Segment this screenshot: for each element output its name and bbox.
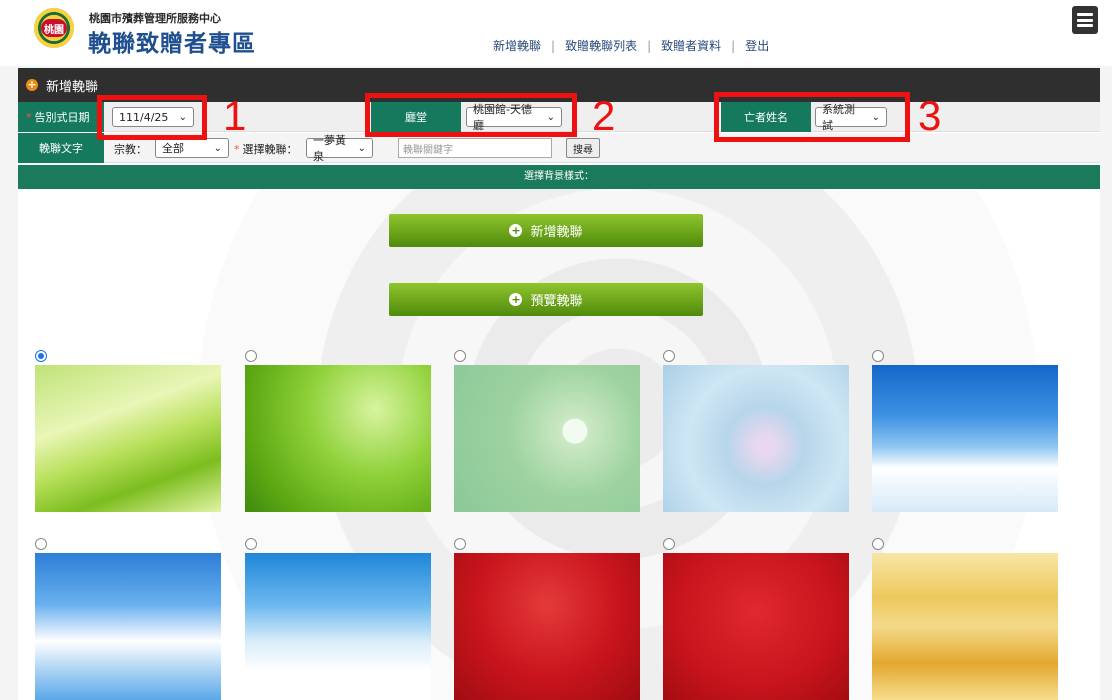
nav-logout[interactable]: 登出	[745, 37, 769, 54]
background-thumb-lotus-green[interactable]	[454, 365, 640, 512]
background-thumb-green-light[interactable]	[35, 365, 221, 512]
top-nav: 新增輓聯 | 致贈輓聯列表 | 致贈者資料 | 登出	[493, 37, 769, 54]
background-radio-2[interactable]	[245, 350, 257, 362]
nav-separator: |	[551, 38, 556, 53]
keyword-search-input[interactable]: 輓聯關鍵字	[398, 138, 552, 158]
background-thumb-lotus-blue[interactable]	[663, 365, 849, 512]
city-seal-logo[interactable]: 桃園	[34, 8, 74, 48]
annotation-number-3: 3	[918, 92, 942, 139]
nav-separator: |	[731, 38, 736, 53]
panel-title: 新增輓聯	[46, 79, 99, 95]
date-label: * 告別式日期	[18, 102, 104, 132]
add-elegy-panel: + 新增輓聯 * 告別式日期 111/4/25 ⌄ 廳堂 桃園館-天德廳 ⌄ 亡…	[18, 68, 1100, 700]
add-elegy-button-label: 新增輓聯	[530, 225, 583, 240]
nav-add-elegy[interactable]: 新增輓聯	[493, 37, 541, 54]
elegy-text-label-text: 輓聯文字	[39, 142, 83, 155]
background-thumb-red-pattern[interactable]	[454, 553, 640, 700]
site-header: 桃園 桃園市殯葬管理所服務中心 輓聯致贈者專區 新增輓聯 | 致贈輓聯列表 | …	[0, 0, 1112, 66]
plus-circle-icon: +	[509, 224, 523, 237]
elegy-select[interactable]: 一夢黃泉 ⌄	[306, 134, 373, 163]
add-elegy-button[interactable]: + 新增輓聯	[389, 214, 703, 247]
elegy-value: 一夢黃泉	[313, 134, 346, 163]
background-thumb-gold-mist[interactable]	[872, 553, 1058, 700]
preview-elegy-button[interactable]: + 預覽輓聯	[389, 283, 703, 316]
background-radio-5[interactable]	[872, 350, 884, 362]
hamburger-menu-icon[interactable]	[1072, 6, 1098, 34]
seal-text: 桃園	[41, 19, 67, 37]
annotation-number-2: 2	[592, 92, 616, 139]
background-thumb-red-damask[interactable]	[663, 553, 849, 700]
plus-circle-icon: +	[26, 78, 38, 91]
chevron-down-icon: ⌄	[357, 142, 366, 154]
background-radio-3[interactable]	[454, 350, 466, 362]
background-gallery: + 新增輓聯 + 預覽輓聯	[18, 189, 1100, 700]
elegy-text-label: 輓聯文字	[18, 133, 104, 163]
background-thumb-sky-plum[interactable]	[245, 553, 431, 700]
religion-select[interactable]: 全部 ⌄	[155, 138, 229, 158]
nav-elegy-list[interactable]: 致贈輓聯列表	[565, 37, 637, 54]
religion-value: 全部	[162, 142, 184, 155]
chevron-down-icon: ⌄	[213, 142, 222, 154]
background-radio-10[interactable]	[872, 538, 884, 550]
background-thumb-sky-birds[interactable]	[872, 365, 1058, 512]
background-style-title: 選擇背景樣式：	[18, 165, 1100, 189]
annotation-box-3	[714, 92, 910, 142]
background-radio-4[interactable]	[663, 350, 675, 362]
religion-label: 宗教：	[114, 143, 147, 156]
required-mark: *	[26, 110, 32, 124]
site-title[interactable]: 輓聯致贈者專區	[88, 24, 256, 58]
background-thumb-sky-clouds[interactable]	[35, 553, 221, 700]
plus-circle-icon: +	[509, 293, 523, 306]
background-radio-8[interactable]	[454, 538, 466, 550]
preview-elegy-button-label: 預覽輓聯	[530, 294, 583, 309]
annotation-number-1: 1	[223, 92, 247, 139]
search-button[interactable]: 搜尋	[566, 138, 600, 158]
background-thumb-green-bokeh[interactable]	[245, 365, 431, 512]
nav-separator: |	[647, 38, 652, 53]
background-radio-1[interactable]	[35, 350, 47, 362]
background-radio-9[interactable]	[663, 538, 675, 550]
annotation-box-1	[97, 95, 207, 140]
required-mark: *	[234, 143, 240, 156]
nav-donor-info[interactable]: 致贈者資料	[661, 37, 721, 54]
background-radio-6[interactable]	[35, 538, 47, 550]
annotation-box-2	[365, 93, 577, 137]
choose-elegy-label: * 選擇輓聯：	[234, 143, 298, 156]
date-label-text: 告別式日期	[34, 111, 90, 124]
background-radio-7[interactable]	[245, 538, 257, 550]
